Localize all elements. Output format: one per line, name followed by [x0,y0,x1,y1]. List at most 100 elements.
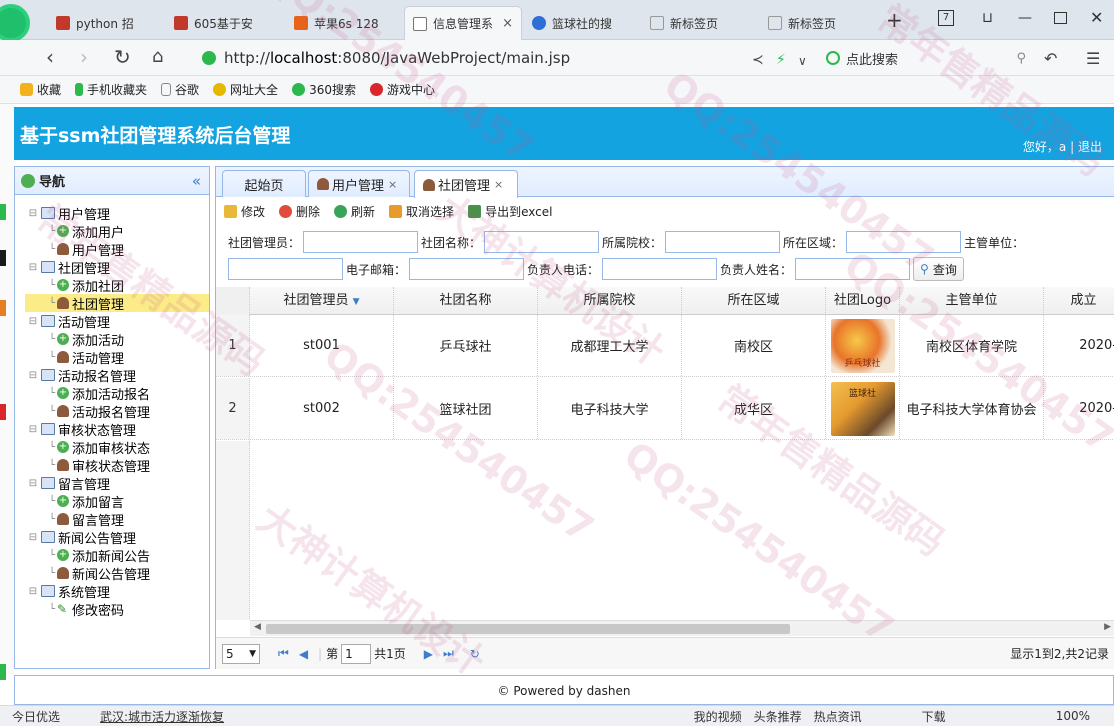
minimize-icon[interactable]: — [1018,10,1032,26]
undo-icon[interactable]: ↶ [1044,48,1057,70]
page-number-input[interactable]: 1 [341,643,372,664]
edit-button[interactable]: 修改 [224,203,265,220]
column-header[interactable]: 所属院校 [538,287,682,315]
status-hot-news[interactable]: 热点资讯 [814,708,862,725]
close-tab-icon[interactable]: × [502,16,513,31]
status-zoom[interactable]: 100% [1056,709,1090,723]
nav-item[interactable]: └ 新闻公告管理 [25,564,209,583]
nav-group[interactable]: ⊟ 新闻公告管理 [25,528,209,547]
column-header[interactable]: 成立 [1044,287,1114,315]
status-video[interactable]: 我的视频 [694,708,742,725]
email-filter-input[interactable] [409,258,525,280]
nav-item[interactable]: └ 活动管理 [25,348,209,367]
tree-toggle-icon[interactable]: ⊟ [25,532,41,543]
sidebar-app-icon[interactable] [0,250,6,266]
export-button[interactable]: 导出到excel [468,203,552,220]
logout-link[interactable]: 退出 [1078,140,1102,154]
column-header[interactable]: 所在区域 [682,287,826,315]
nav-group[interactable]: ⊟ 用户管理 [25,204,209,223]
bookmark-favorites[interactable]: 收藏 [20,81,61,98]
shirt-icon[interactable]: ⊔ [982,10,993,26]
scroll-thumb[interactable] [266,624,790,634]
tree-toggle-icon[interactable]: ⊟ [25,262,41,273]
nav-item[interactable]: └ + 添加用户 [25,222,209,241]
next-page-icon[interactable]: ▶ [424,647,433,661]
tab-user-management[interactable]: 用户管理 × [308,170,410,197]
status-download[interactable]: 下载 [922,708,946,725]
school-filter-input[interactable] [665,231,781,253]
nav-item[interactable]: └ 审核状态管理 [25,456,209,475]
club-name-filter-input[interactable] [484,231,600,253]
nav-group[interactable]: ⊟ 社团管理 [25,258,209,277]
nav-group[interactable]: ⊟ 活动管理 [25,312,209,331]
tree-toggle-icon[interactable]: ⊟ [25,586,41,597]
admin-filter-input[interactable] [303,231,419,253]
share-icon[interactable]: ≺ [752,49,764,71]
tab-home[interactable]: 起始页 [222,170,306,197]
new-tab-button[interactable]: + [886,8,903,32]
lightning-icon[interactable]: ⚡ [776,49,786,71]
home-icon[interactable]: ⌂ [152,46,163,68]
nav-item[interactable]: └ 活动报名管理 [25,402,209,421]
scroll-right-icon[interactable]: ▶ [1104,622,1111,632]
bookmark-directory[interactable]: 网址大全 [213,81,278,98]
page-size-select[interactable]: 5 ▼ [222,643,260,664]
bookmark-google[interactable]: 谷歌 [161,81,199,98]
column-header[interactable]: 社团名称 [394,287,538,315]
sidebar-app-icon[interactable] [0,664,6,680]
tree-toggle-icon[interactable]: ⊟ [25,208,41,219]
table-row[interactable]: 1 st001 乒乓球社 成都理工大学 南校区 乒乓球社 南校区体育学院 202… [216,315,1114,377]
tree-toggle-icon[interactable]: ⊟ [25,478,41,489]
tree-toggle-icon[interactable]: ⊟ [25,424,41,435]
leader-filter-input[interactable] [795,258,911,280]
nav-item[interactable]: └ + 添加社团 [25,276,209,295]
nav-item[interactable]: └ + 添加活动报名 [25,384,209,403]
back-icon[interactable]: ‹ [46,46,54,68]
prev-page-icon[interactable]: ◀ [299,647,308,661]
unit-filter-input[interactable] [228,258,343,280]
tab-club-management[interactable]: 社团管理 × [414,170,518,198]
nav-item[interactable]: └ + 添加新闻公告 [25,546,209,565]
delete-button[interactable]: 删除 [279,203,320,220]
tab-count-icon[interactable]: 7 [938,10,954,26]
cancel-select-button[interactable]: 取消选择 [389,203,454,220]
bookmark-games[interactable]: 游戏中心 [369,81,435,98]
browser-logo-icon[interactable] [0,4,30,42]
sidebar-app-icon[interactable] [0,204,6,220]
nav-item[interactable]: └ + 添加审核状态 [25,438,209,457]
query-button[interactable]: ⚲ 查询 [913,257,964,281]
last-page-icon[interactable]: ⏭ [443,646,454,661]
tree-toggle-icon[interactable]: ⊟ [25,370,41,381]
nav-group[interactable]: ⊟ 活动报名管理 [25,366,209,385]
browser-tab-newtab-2[interactable]: 新标签页 [760,6,876,40]
close-icon[interactable]: × [494,178,503,191]
scroll-left-icon[interactable]: ◀ [254,622,261,632]
status-headlines[interactable]: 头条推荐 [754,708,802,725]
search-icon[interactable]: ⚲ [1016,51,1026,66]
bookmark-360search[interactable]: 360搜索 [292,81,356,98]
status-news-link[interactable]: 武汉:城市活力逐渐恢复 [100,708,224,725]
browser-tab-info-system[interactable]: 信息管理系 × [404,6,522,40]
nav-item[interactable]: └ 社团管理 [25,294,209,313]
browser-tab-python[interactable]: python 招 [48,6,164,40]
sidebar-app-icon[interactable] [0,300,6,316]
nav-group[interactable]: ⊟ 系统管理 [25,582,209,601]
collapse-icon[interactable]: « [192,172,201,190]
sidebar-app-icon[interactable] [0,404,6,420]
maximize-icon[interactable] [1054,12,1067,24]
url-field[interactable]: http://localhost:8080/JavaWebProject/mai… [202,45,742,71]
browser-tab-iphone[interactable]: 苹果6s 128 [286,6,402,40]
browser-tab-605[interactable]: 605基于安 [166,6,284,40]
nav-item[interactable]: └ 用户管理 [25,240,209,259]
nav-item[interactable]: └ 留言管理 [25,510,209,529]
phone-filter-input[interactable] [602,258,718,280]
first-page-icon[interactable]: ⏮ [278,646,289,661]
menu-icon[interactable]: ☰ [1086,48,1100,70]
close-window-icon[interactable]: ✕ [1090,8,1103,27]
column-header[interactable]: 主管单位 [900,287,1044,315]
reload-icon[interactable]: ↻ [114,46,131,68]
table-row[interactable]: 2 st002 篮球社团 电子科技大学 成华区 篮球社 电子科技大学体育协会 2… [216,378,1114,440]
browser-tab-basketball[interactable]: 篮球社的搜 [524,6,640,40]
nav-item[interactable]: └ + 添加活动 [25,330,209,349]
refresh-button[interactable]: 刷新 [334,203,375,220]
